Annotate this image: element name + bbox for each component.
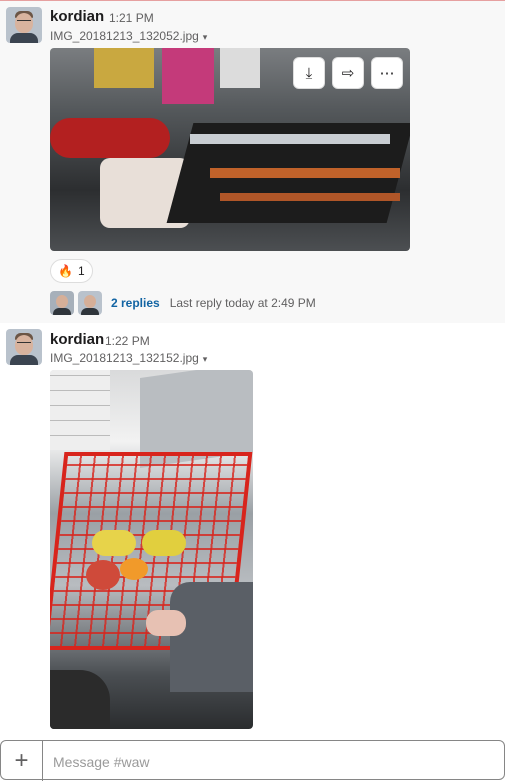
file-name[interactable]: IMG_20181213_132152.jpg ▾	[50, 351, 207, 365]
thread-replies-link[interactable]: 2 replies	[111, 296, 160, 310]
image-attachment[interactable]: ⤓ ⇨ ⋯	[50, 48, 410, 251]
message-timestamp[interactable]: 1:22 PM	[105, 334, 150, 348]
participant-avatar	[50, 291, 74, 315]
author-name[interactable]: kordian	[50, 8, 104, 25]
participant-avatar	[78, 291, 102, 315]
more-icon: ⋯	[379, 65, 395, 82]
thread-summary[interactable]: 2 replies Last reply today at 2:49 PM	[50, 291, 316, 315]
image-attachment[interactable]	[50, 370, 253, 729]
file-name[interactable]: IMG_20181213_132052.jpg ▾	[50, 29, 207, 43]
avatar[interactable]	[6, 7, 42, 43]
reaction-count: 1	[77, 264, 85, 278]
attach-plus-button[interactable]: +	[1, 741, 43, 781]
download-icon: ⤓	[305, 64, 313, 82]
fire-emoji-icon: 🔥	[58, 264, 73, 278]
reaction-pill[interactable]: 🔥 1	[50, 259, 93, 283]
avatar[interactable]	[6, 329, 42, 365]
plus-icon: +	[14, 747, 29, 774]
last-reply-text: Last reply today at 2:49 PM	[169, 296, 316, 310]
chevron-down-icon[interactable]: ▾	[203, 354, 208, 364]
more-actions-button[interactable]: ⋯	[371, 57, 403, 89]
file-name-text: IMG_20181213_132052.jpg	[50, 29, 199, 43]
message-input[interactable]	[51, 753, 485, 771]
share-icon: ⇨	[341, 65, 355, 82]
message[interactable]: kordian 1:21 PM IMG_20181213_132052.jpg ▾…	[0, 1, 505, 323]
share-button[interactable]: ⇨	[332, 57, 364, 89]
chevron-down-icon[interactable]: ▾	[203, 32, 208, 42]
file-name-text: IMG_20181213_132152.jpg	[50, 351, 199, 365]
image-actions: ⤓ ⇨ ⋯	[293, 57, 403, 89]
message[interactable]: kordian 1:22 PM IMG_20181213_132152.jpg ▾	[0, 323, 505, 738]
message-timestamp[interactable]: 1:21 PM	[109, 11, 154, 25]
author-name[interactable]: kordian	[50, 331, 104, 348]
message-composer: +	[0, 740, 505, 781]
download-button[interactable]: ⤓	[293, 57, 325, 89]
